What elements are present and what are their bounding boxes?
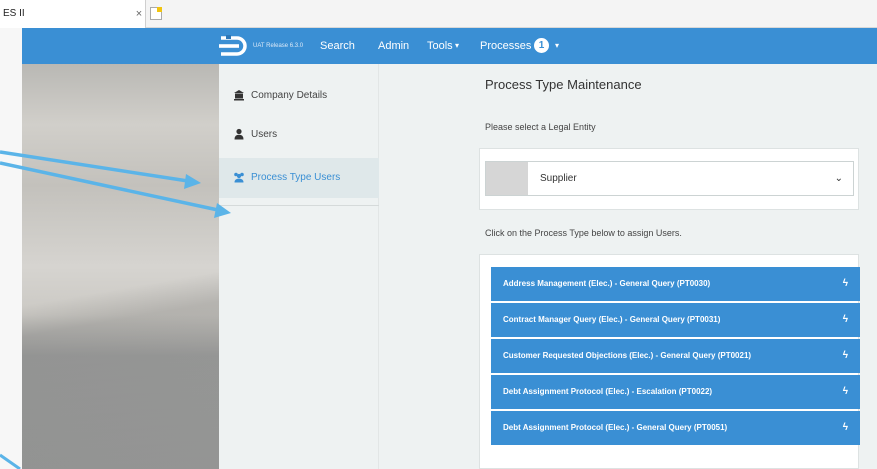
assign-users-instruction: Click on the Process Type below to assig… xyxy=(485,228,682,238)
app-logo-icon[interactable] xyxy=(218,34,248,58)
nav-admin[interactable]: Admin xyxy=(378,28,409,64)
chevron-down-icon[interactable]: ⌄ xyxy=(835,162,843,195)
tools-caret-icon[interactable]: ▾ xyxy=(455,28,459,64)
sidebar-menu: Company Details Users Process Type Users xyxy=(219,64,379,469)
users-icon xyxy=(234,172,244,183)
sidebar-item-company-details[interactable]: Company Details xyxy=(219,76,379,116)
legal-entity-label: Please select a Legal Entity xyxy=(485,122,596,132)
new-tab-icon[interactable] xyxy=(150,7,162,20)
bolt-icon: ϟ xyxy=(842,386,848,397)
sidebar-item-process-type-users[interactable]: Process Type Users xyxy=(219,158,379,198)
legal-entity-select[interactable]: Supplier ⌄ xyxy=(485,161,854,196)
bolt-icon: ϟ xyxy=(842,278,848,289)
process-type-name: Debt Assignment Protocol (Elec.) - Gener… xyxy=(503,423,728,432)
process-type-item[interactable]: Debt Assignment Protocol (Elec.) - Escal… xyxy=(491,375,860,409)
processes-caret-icon[interactable]: ▾ xyxy=(555,28,559,64)
entity-logo-placeholder xyxy=(486,162,528,195)
bolt-icon: ϟ xyxy=(842,350,848,361)
sidebar-item-label: Users xyxy=(251,129,278,140)
browser-tab-strip: ES II × xyxy=(0,0,877,28)
process-type-list: Address Management (Elec.) - General Que… xyxy=(479,254,860,469)
process-type-item[interactable]: Address Management (Elec.) - General Que… xyxy=(491,267,860,301)
process-type-name: Address Management (Elec.) - General Que… xyxy=(503,279,711,288)
nav-search[interactable]: Search xyxy=(320,28,355,64)
bolt-icon: ϟ xyxy=(842,314,848,325)
sidebar-item-label: Process Type Users xyxy=(251,172,341,183)
building-icon xyxy=(234,90,244,101)
process-type-item[interactable]: Contract Manager Query (Elec.) - General… xyxy=(491,303,860,337)
process-type-item[interactable]: Customer Requested Objections (Elec.) - … xyxy=(491,339,860,373)
user-icon xyxy=(234,128,244,140)
page-title: Process Type Maintenance xyxy=(485,77,642,92)
process-type-name: Contract Manager Query (Elec.) - General… xyxy=(503,315,721,324)
nav-tools[interactable]: Tools xyxy=(427,28,453,64)
sidebar-item-users[interactable]: Users xyxy=(219,115,379,155)
legal-entity-value: Supplier xyxy=(540,173,577,184)
process-type-item[interactable]: Debt Assignment Protocol (Elec.) - Gener… xyxy=(491,411,860,445)
sidebar-divider xyxy=(219,205,379,206)
process-type-name: Debt Assignment Protocol (Elec.) - Escal… xyxy=(503,387,713,396)
background-image xyxy=(22,64,219,469)
browser-tab[interactable]: ES II × xyxy=(0,0,146,28)
process-type-name: Customer Requested Objections (Elec.) - … xyxy=(503,351,752,360)
nav-processes[interactable]: Processes xyxy=(480,28,531,64)
legal-entity-card: Supplier ⌄ xyxy=(479,148,859,210)
browser-tab-title: ES II xyxy=(3,8,25,19)
page-left-margin xyxy=(0,28,22,469)
close-tab-icon[interactable]: × xyxy=(133,0,145,28)
main-content: Process Type Maintenance Please select a… xyxy=(379,64,877,469)
sidebar-item-label: Company Details xyxy=(251,90,328,101)
processes-count-badge: 1 xyxy=(534,38,549,53)
bolt-icon: ϟ xyxy=(842,422,848,433)
app-navbar: UAT Release 6.3.0 Search Admin Tools ▾ P… xyxy=(22,28,877,64)
release-label: UAT Release 6.3.0 xyxy=(253,43,304,49)
